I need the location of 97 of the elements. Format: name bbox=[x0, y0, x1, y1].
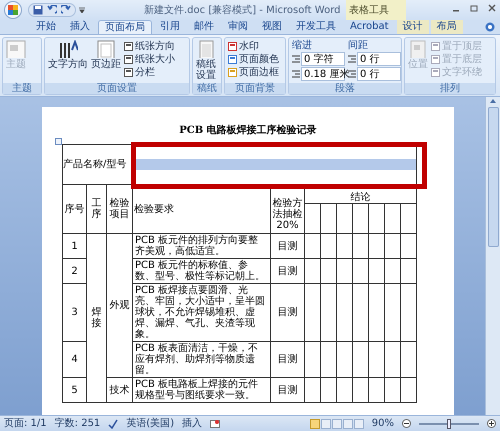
table-cell: 焊接 bbox=[86, 234, 106, 402]
page-setup-item-icon bbox=[124, 42, 133, 51]
group-label: 段落 bbox=[289, 83, 401, 94]
ribbon-tab[interactable]: 引用 bbox=[154, 20, 186, 34]
view-button[interactable] bbox=[320, 418, 331, 428]
background-item-icon bbox=[228, 42, 237, 51]
ribbon-button[interactable]: 文字方向 bbox=[48, 59, 88, 70]
view-button[interactable] bbox=[354, 418, 364, 428]
ribbon-button[interactable]: 稿纸设置 bbox=[196, 59, 216, 81]
table-cell: 目测 bbox=[270, 234, 305, 258]
ribbon-tab[interactable]: 开发工具 bbox=[290, 20, 342, 34]
arrange-item-icon bbox=[431, 55, 440, 64]
table-cell: PCB 板电路板上焊接的元件规格型号与图纸要求一致。 bbox=[132, 378, 271, 402]
document-title: PCB 电路板焊接工序检验记录 bbox=[179, 125, 317, 136]
customize-caret-icon bbox=[79, 7, 85, 13]
save-icon bbox=[33, 5, 43, 15]
theme-icon bbox=[6, 40, 26, 58]
background-item[interactable]: 水印 bbox=[239, 40, 259, 52]
table-cell: 目测 bbox=[270, 342, 305, 378]
proofing-icon bbox=[108, 418, 118, 428]
table-cell: PCB 板表面清洁，干燥，不应有焊剂、助焊剂等物质遗留。 bbox=[132, 342, 271, 378]
zoom-slider-thumb[interactable] bbox=[447, 418, 451, 428]
page-count[interactable]: 页面: 1/1 bbox=[4, 416, 47, 431]
ribbon-button[interactable]: 页边距 bbox=[91, 59, 121, 70]
background-item[interactable]: 页面颜色 bbox=[239, 54, 279, 66]
view-button[interactable] bbox=[310, 418, 320, 428]
group-label: 排列 bbox=[405, 83, 495, 94]
zoom-out-icon bbox=[402, 419, 411, 428]
group-label: 稿纸 bbox=[193, 83, 221, 94]
table-cell: 2 bbox=[62, 258, 86, 284]
word-count[interactable]: 字数: 251 bbox=[54, 416, 100, 431]
office-button-icon bbox=[4, 1, 22, 19]
table-cell: 外观 bbox=[106, 234, 133, 378]
ribbon-tab[interactable]: 布局 bbox=[430, 20, 463, 34]
close-icon bbox=[488, 4, 496, 12]
view-button[interactable] bbox=[332, 418, 342, 428]
page-setup-item[interactable]: 分栏 bbox=[135, 66, 155, 78]
scrollbar[interactable] bbox=[485, 97, 500, 415]
background-item-icon bbox=[228, 55, 237, 64]
ribbon-tab[interactable]: 视图 bbox=[256, 20, 288, 34]
table-cell: 目测 bbox=[270, 284, 305, 342]
ribbon-tab[interactable]: 设计 bbox=[396, 20, 429, 34]
spacing-icon bbox=[292, 70, 300, 78]
scroll-thumb[interactable] bbox=[488, 107, 498, 247]
spin-field[interactable]: 0 字符 bbox=[301, 52, 345, 66]
margin-icon bbox=[96, 40, 116, 58]
undo-icon bbox=[47, 5, 57, 15]
group-label: 页面设置 bbox=[45, 83, 189, 94]
arrange-item-icon bbox=[431, 68, 440, 77]
table-cell: 工序 bbox=[86, 184, 106, 234]
table-cell: PCB 板元件的标称值、参数、型号、极性等标记朝上。 bbox=[132, 258, 271, 284]
help-icon bbox=[485, 22, 495, 32]
zoom-level[interactable]: 90% bbox=[372, 416, 394, 431]
spacing-icon bbox=[292, 55, 300, 63]
table-cell: PCB 板元件的排列方向要整齐美观，高低适宜。 bbox=[132, 234, 271, 258]
background-item[interactable]: 页面边框 bbox=[239, 66, 279, 78]
page-setup-item[interactable]: 纸张大小 bbox=[135, 54, 175, 66]
spin-field[interactable]: 0 行 bbox=[357, 67, 401, 81]
zoom-in-icon bbox=[487, 419, 496, 428]
ribbon-tab[interactable]: 开始 bbox=[30, 20, 62, 34]
background-item-icon bbox=[228, 68, 237, 77]
spin-field[interactable]: 0 行 bbox=[357, 52, 401, 66]
table-cell: 目测 bbox=[270, 378, 305, 402]
table-cell: 产品名称/型号 bbox=[62, 144, 133, 184]
ribbon-tab[interactable]: 邮件 bbox=[188, 20, 220, 34]
table-cell: 5 bbox=[62, 378, 86, 402]
arrange-item-icon bbox=[431, 42, 440, 51]
table-cell: PCB 板焊接点要圆滑、光亮、牢固，大小适中，呈半圆球状，不允许焊锡堆积、虚焊、漏焊、气孔、夹渣等现象。 bbox=[132, 284, 271, 342]
section-label: 间距 bbox=[348, 40, 369, 51]
table-cell: 技术 bbox=[106, 378, 133, 402]
group-label: 页面背景 bbox=[225, 83, 285, 94]
ribbon-tab[interactable]: Acrobat bbox=[344, 20, 395, 34]
table-cell: 序号 bbox=[62, 184, 86, 234]
text-icon bbox=[58, 40, 78, 58]
group-label: 主题 bbox=[3, 83, 41, 94]
table-move-handle[interactable] bbox=[55, 138, 62, 145]
redo-icon bbox=[61, 5, 71, 15]
page-setup-item-icon bbox=[124, 68, 133, 77]
table-cell: 目测 bbox=[270, 258, 305, 284]
maximize-icon bbox=[470, 4, 478, 12]
page-setup-item-icon bbox=[124, 55, 133, 64]
page-setup-item[interactable]: 纸张方向 bbox=[135, 40, 175, 52]
spacing-icon bbox=[348, 55, 356, 63]
table-cell: 3 bbox=[62, 284, 86, 342]
view-button[interactable] bbox=[342, 418, 353, 428]
ribbon-tab[interactable]: 审阅 bbox=[222, 20, 254, 34]
window-title: 新建文件.doc [兼容模式] - Microsoft Word bbox=[144, 4, 340, 18]
macro-icon bbox=[210, 418, 220, 428]
context-tab-group: 表格工具 bbox=[346, 0, 406, 20]
language-status[interactable]: 英语(美国) bbox=[126, 416, 174, 431]
ribbon-tab[interactable]: 插入 bbox=[64, 20, 96, 34]
spacing-icon bbox=[348, 70, 356, 78]
table-cell: 1 bbox=[62, 234, 86, 258]
insert-mode[interactable]: 插入 bbox=[182, 416, 202, 431]
ribbon-tab[interactable]: 页面布局 bbox=[98, 20, 152, 34]
section-label: 缩进 bbox=[292, 40, 313, 51]
table-cell: 4 bbox=[62, 342, 86, 378]
